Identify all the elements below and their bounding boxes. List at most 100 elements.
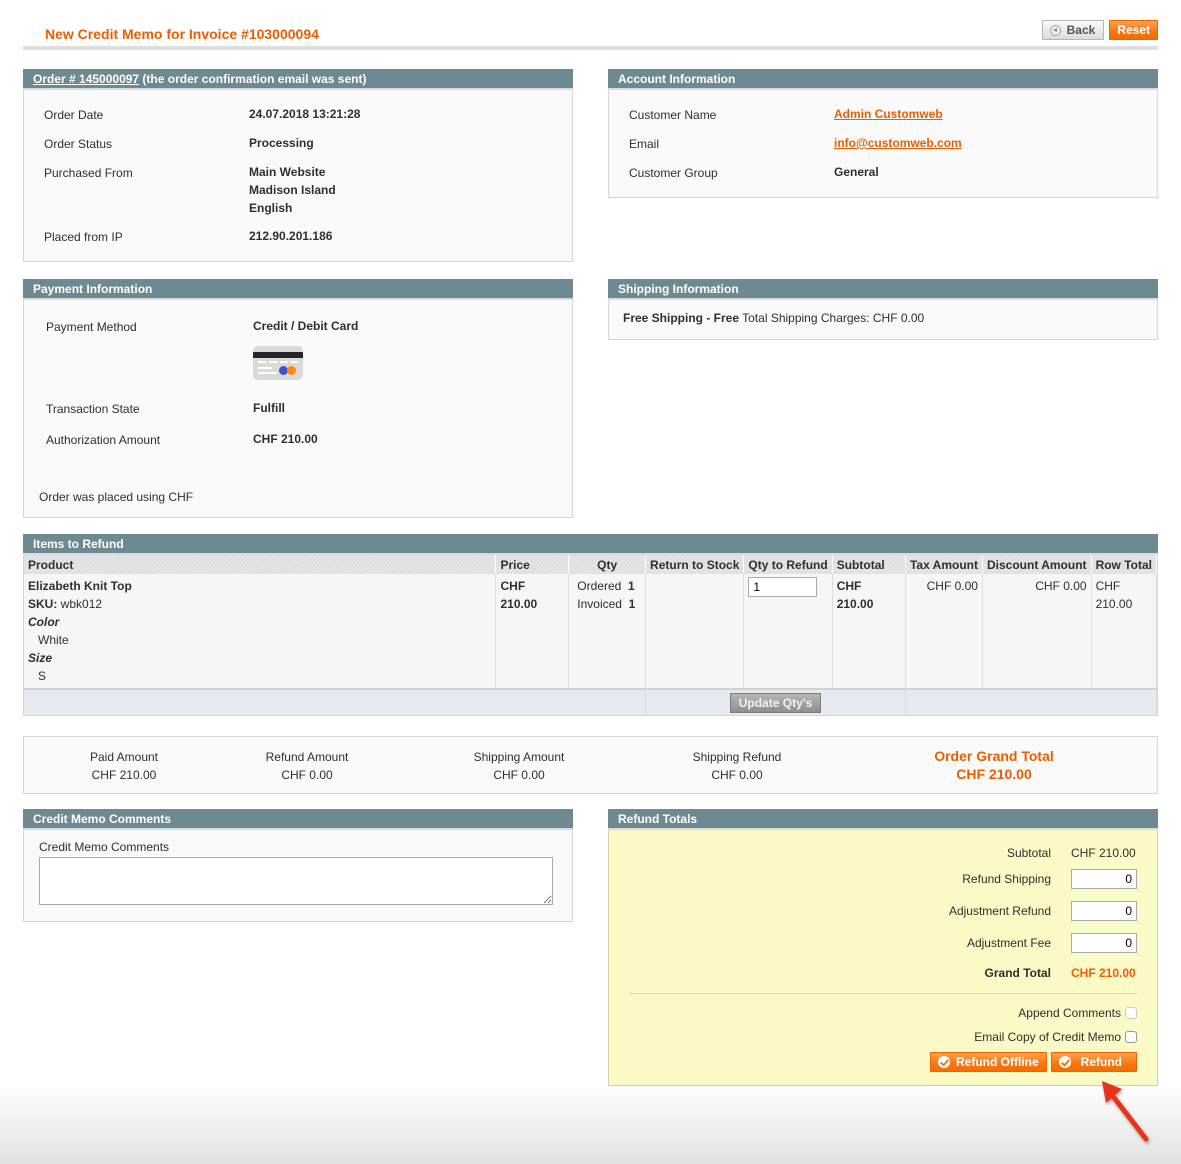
option-size-label: Size [28,651,53,665]
credit-card-icon [253,346,303,380]
row-total-cell: CHF 210.00 [1091,574,1158,689]
page-header: New Credit Memo for Invoice #103000094 B… [23,16,1158,50]
return-to-stock-cell [645,574,745,689]
grand-total-row: Grand Total CHF 210.00 [985,966,1137,980]
items-to-refund-header: Items to Refund [23,534,1158,555]
order-grand-total: Order Grand Total CHF 210.00 [934,748,1054,782]
customer-name-label: Customer Name [629,108,717,122]
qty-to-refund-input[interactable] [748,577,818,597]
adjustment-refund-row: Adjustment Refund [949,901,1137,921]
shipping-method: Free Shipping - Free [623,311,740,325]
qty-cell: Ordered 1 Invoiced 1 [568,574,647,689]
col-product: Product [24,555,497,574]
shipping-amount: Shipping Amount CHF 0.00 [473,750,565,782]
purchased-from-view: English [249,201,293,215]
col-return-to-stock: Return to Stock [645,555,745,574]
credit-memo-comments-box: Credit Memo Comments Credit Memo Comment… [23,809,573,922]
append-comments-checkbox[interactable] [1125,1007,1137,1019]
shipping-info-header: Shipping Information [608,279,1158,300]
refund-shipping-label: Refund Shipping [962,872,1051,886]
annotation-arrow-icon [1102,1081,1149,1142]
refund-totals-body: Subtotal CHF 210.00 Refund Shipping Adju… [608,830,1158,1086]
email-link[interactable]: info@customweb.com [834,134,962,152]
payment-method-label: Payment Method [46,320,137,334]
option-size-value: S [38,669,47,683]
totals-divider [629,993,1137,994]
reset-button[interactable]: Reset [1109,20,1158,40]
grand-total-label: Grand Total [984,966,1051,980]
check-circle-icon [1058,1056,1071,1068]
authorization-amount-value: CHF 210.00 [253,432,318,446]
order-info-box: Order # 145000097 (the order confirmatio… [23,69,573,262]
purchased-from-website: Main Website [249,165,326,179]
order-link[interactable]: Order # 145000097 [33,72,139,86]
order-email-note: (the order confirmation email was sent) [139,72,367,86]
transaction-state-value: Fulfill [253,401,285,415]
discount-amount-cell: CHF 0.00 [982,574,1092,689]
purchased-from-store: Madison Island [249,183,336,197]
items-to-refund-box: Items to Refund Product Price Qty Return… [23,534,1158,716]
account-info-box: Account Information Customer Name Admin … [608,69,1158,198]
adjustment-refund-label: Adjustment Refund [948,904,1051,918]
option-color-label: Color [28,615,60,629]
customer-group-value: General [834,165,879,179]
product-sku: SKU: wbk012 [28,597,103,611]
shipping-info-box: Shipping Information Free Shipping - Fre… [608,279,1158,340]
append-comments-row: Append Comments [1018,1006,1137,1020]
append-comments-label: Append Comments [1018,1006,1121,1020]
refund-subtotal-label: Subtotal [1006,846,1051,860]
refund-shipping-row: Refund Shipping [962,869,1137,889]
table-footer-row: Update Qty's [24,688,1158,715]
shipping-charges: Total Shipping Charges: CHF 0.00 [739,311,925,325]
order-info-body: Order Date 24.07.2018 13:21:28 Order Sta… [23,90,573,262]
order-date-value: 24.07.2018 13:21:28 [249,107,361,121]
credit-memo-comments-header: Credit Memo Comments [23,809,573,830]
col-tax-amount: Tax Amount [905,555,983,574]
items-table-wrap: Product Price Qty Return to Stock Qty to… [23,555,1158,716]
refund-actions: Refund Offline Refund [930,1052,1137,1072]
refund-totals-box: Refund Totals Subtotal CHF 210.00 Refund… [608,809,1158,1086]
adjustment-fee-row: Adjustment Fee [967,933,1137,953]
col-qty: Qty [568,555,647,574]
col-discount-amount: Discount Amount [982,555,1092,574]
items-table: Product Price Qty Return to Stock Qty to… [24,555,1158,715]
adjustment-fee-label: Adjustment Fee [966,936,1051,950]
header-actions: Back Reset [1041,20,1158,40]
placed-ip-label: Placed from IP [44,230,123,244]
email-label: Email [629,137,660,151]
price-cell: CHF 210.00 [495,574,570,689]
shipping-refund: Shipping Refund CHF 0.00 [692,750,782,782]
col-qty-to-refund: Qty to Refund [743,555,833,574]
option-color-value: White [38,633,69,647]
payment-method-value: Credit / Debit Card [253,319,359,333]
back-button[interactable]: Back [1041,20,1105,40]
adjustment-fee-input[interactable] [1071,933,1137,953]
order-totals-summary: Paid Amount CHF 210.00 Refund Amount CHF 0… [23,736,1158,794]
refund-offline-label: Refund Offline [956,1055,1039,1069]
refund-subtotal-row: Subtotal CHF 210.00 [1007,846,1137,860]
comments-textarea[interactable] [39,857,553,905]
email-copy-checkbox[interactable] [1125,1031,1137,1043]
authorization-amount-label: Authorization Amount [46,433,161,447]
order-info-header: Order # 145000097 (the order confirmatio… [23,69,573,90]
refund-button[interactable]: Refund [1050,1052,1137,1072]
currency-note: Order was placed using CHF [39,490,194,504]
order-status-label: Order Status [44,137,113,151]
refund-totals-header: Refund Totals [608,809,1158,830]
update-qty-button[interactable]: Update Qty's [729,692,822,713]
customer-name-link[interactable]: Admin Customweb [834,105,943,123]
transaction-state-label: Transaction State [46,402,140,416]
tax-amount-cell: CHF 0.00 [905,574,983,689]
refund-offline-button[interactable]: Refund Offline [930,1052,1047,1072]
payment-info-box: Payment Information Payment Method Credi… [23,279,573,518]
product-cell: Elizabeth Knit Top SKU: wbk012 Color Whi… [24,574,497,689]
qty-ordered: Ordered 1 [577,579,635,593]
comments-field-label: Credit Memo Comments [39,840,170,854]
col-price: Price [495,555,570,574]
col-subtotal: Subtotal [832,555,906,574]
purchased-from-value: Main Website Madison Island English [249,163,336,217]
adjustment-refund-input[interactable] [1071,901,1137,921]
order-date-label: Order Date [44,108,104,122]
refund-shipping-input[interactable] [1071,869,1137,889]
account-info-header: Account Information [608,69,1158,90]
